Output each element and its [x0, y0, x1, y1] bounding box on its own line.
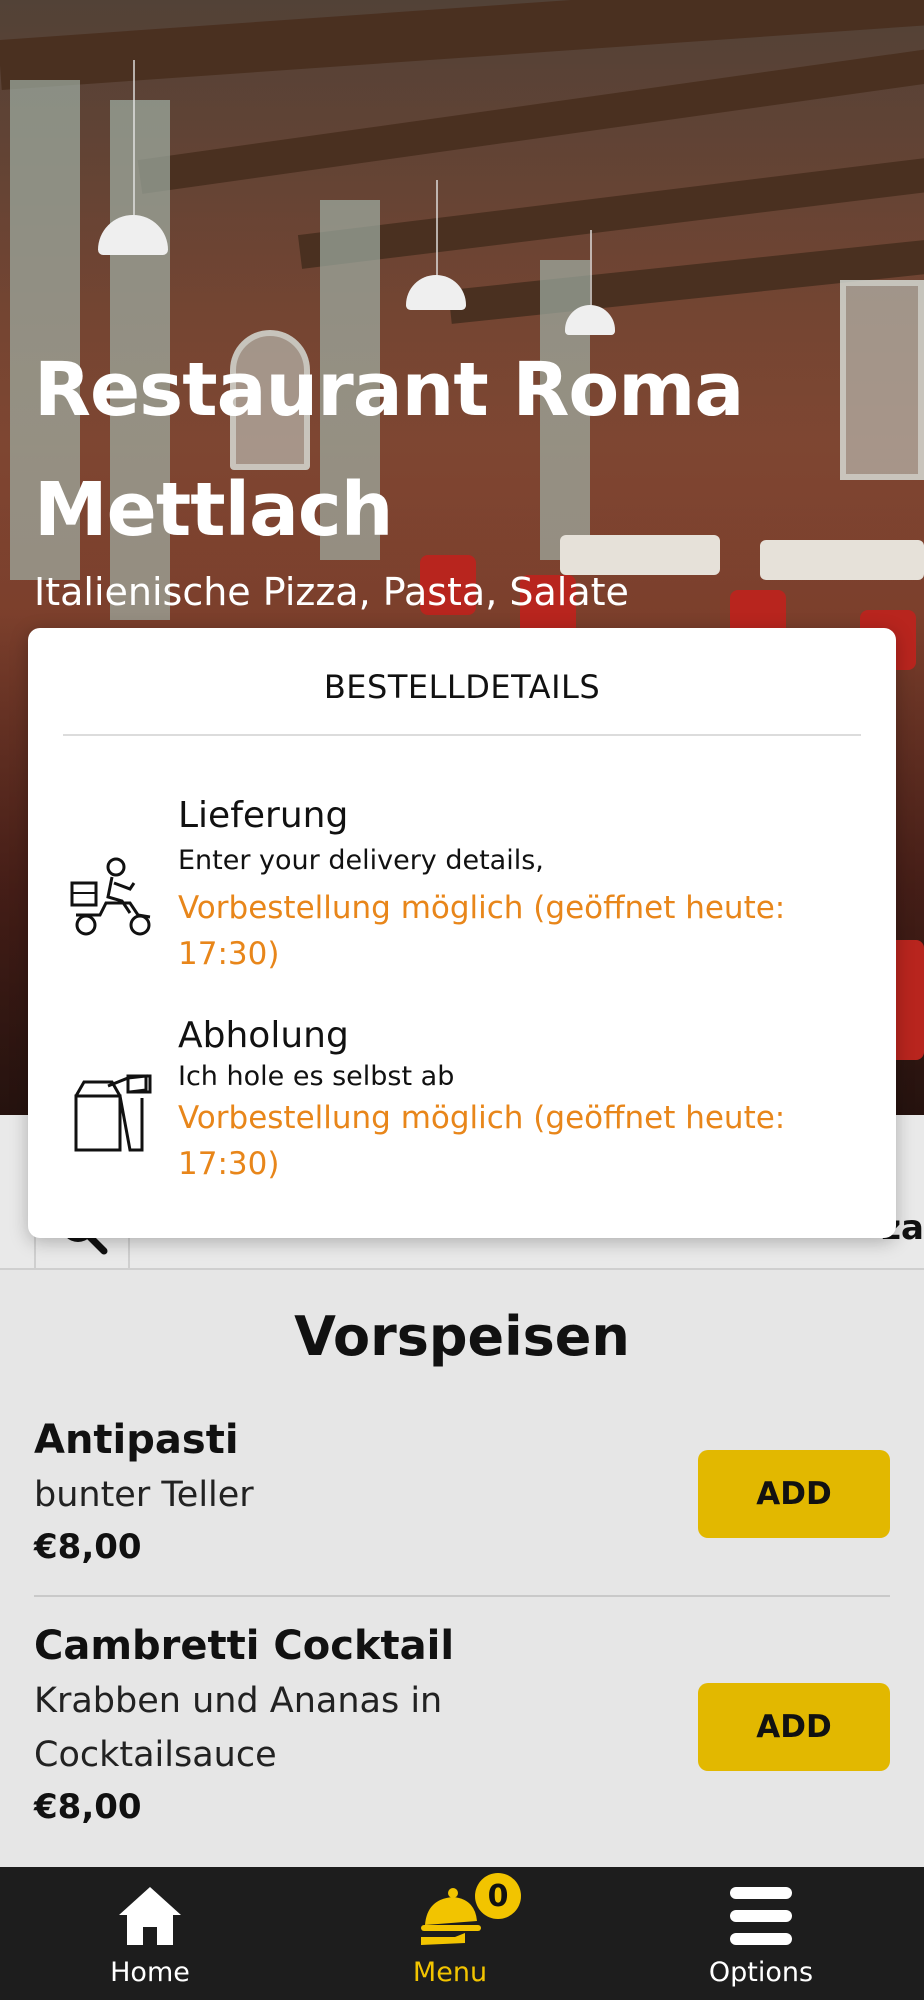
nav-home[interactable]: Home	[50, 1867, 250, 2000]
order-details-modal: BESTELLDETAILS Lieferung Enter your deli…	[28, 628, 896, 1238]
item-divider	[34, 1595, 890, 1597]
modal-divider	[63, 734, 861, 736]
nav-label: Home	[110, 1957, 190, 1988]
menu-item: Antipasti bunter Teller €8,00 ADD	[34, 1412, 890, 1582]
pickup-text: Abholung Ich hole es selbst ab Vorbestel…	[178, 1013, 868, 1187]
delivery-scooter-icon	[70, 857, 151, 936]
restaurant-subtitle: Italienische Pizza, Pasta, Salate	[34, 570, 629, 614]
modal-title: BESTELLDETAILS	[323, 668, 601, 706]
pickup-option[interactable]: Abholung Ich hole es selbst ab Vorbestel…	[28, 1013, 896, 1203]
lamp-cord	[590, 230, 592, 310]
bottom-navigation: Home 0 Menu Options	[0, 1867, 924, 2000]
menu-item: Cambretti Cocktail Krabben und Ananas in…	[34, 1618, 890, 1838]
item-price: €8,00	[34, 1787, 142, 1827]
nav-label: Menu	[412, 1957, 488, 1988]
option-preorder-note: Vorbestellung möglich (geöffnet heute: 1…	[178, 1100, 786, 1182]
lamp-cord	[436, 180, 438, 280]
option-name: Lieferung	[178, 795, 349, 836]
item-name: Cambretti Cocktail	[34, 1623, 455, 1669]
cart-count-badge: 0	[475, 1873, 521, 1919]
lamp-cord	[133, 60, 135, 220]
home-icon	[119, 1887, 181, 1945]
nav-menu[interactable]: 0 Menu	[350, 1867, 550, 2000]
option-preorder-note: Vorbestellung möglich (geöffnet heute: 1…	[178, 890, 786, 972]
delivery-option[interactable]: Lieferung Enter your delivery details, V…	[28, 793, 896, 983]
nav-options[interactable]: Options	[661, 1867, 861, 2000]
restaurant-title: Restaurant Roma Mettlach	[34, 347, 744, 553]
hamburger-menu-icon	[730, 1887, 792, 1945]
delivery-text: Lieferung Enter your delivery details, V…	[178, 793, 868, 977]
option-description: Ich hole es selbst ab	[178, 1061, 455, 1092]
item-description: Krabben und Ananas in Cocktailsauce	[34, 1681, 443, 1775]
add-to-cart-button[interactable]: ADD	[698, 1450, 890, 1538]
option-description: Enter your delivery details,	[178, 845, 544, 876]
nav-label: Options	[708, 1957, 814, 1988]
option-name: Abholung	[178, 1015, 349, 1056]
takeaway-bag-icon	[74, 1074, 152, 1152]
section-title-vorspeisen: Vorspeisen	[294, 1305, 630, 1368]
pendant-lamp	[406, 275, 466, 310]
add-to-cart-button[interactable]: ADD	[698, 1683, 890, 1771]
